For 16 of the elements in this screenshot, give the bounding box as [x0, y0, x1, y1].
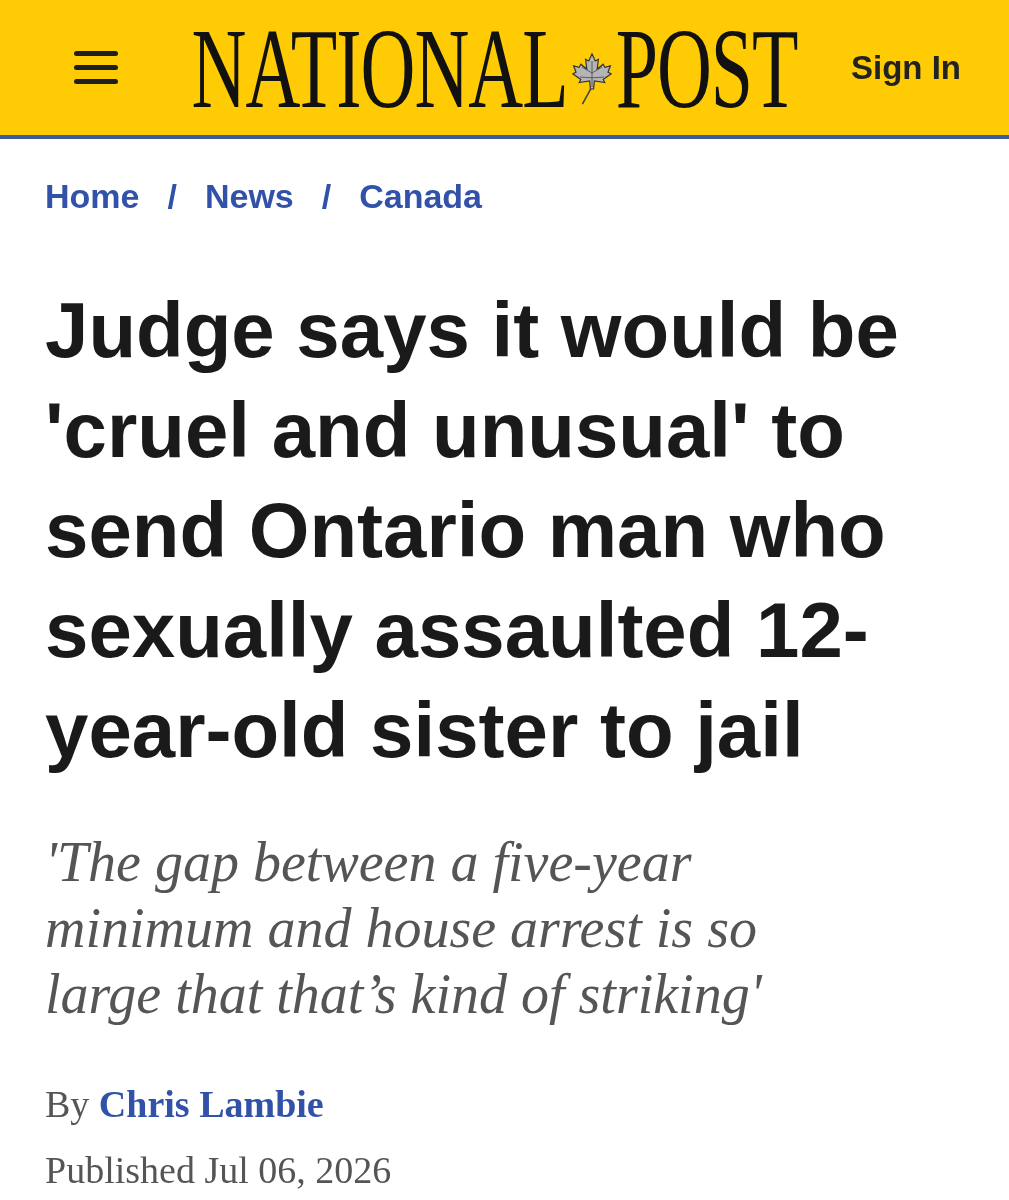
- breadcrumb-separator: /: [167, 176, 177, 216]
- article-headline: Judge says it would be 'cruel and unusual' to send Ontario man who sexually assaulted 12-year-old sister to jail: [45, 285, 900, 776]
- menu-icon: [74, 51, 118, 84]
- article-subheadline: 'The gap between a five-year minimum and house arrest is so large that that’s kind of striking': [45, 830, 764, 1027]
- breadcrumb-link[interactable]: Home: [45, 176, 140, 216]
- maple-leaf-icon: [571, 52, 612, 105]
- author-link[interactable]: Chris Lambie: [98, 1083, 324, 1125]
- sign-in-link[interactable]: Sign In: [851, 47, 961, 88]
- publish-date: Published Jul 06, 2026: [45, 1148, 393, 1193]
- logo-text[interactable]: POST: [615, 10, 798, 125]
- breadcrumb-separator: /: [321, 176, 332, 216]
- menu-button[interactable]: [74, 50, 118, 85]
- breadcrumb-link[interactable]: Canada: [359, 176, 483, 216]
- breadcrumb-link[interactable]: News: [204, 176, 294, 216]
- byline: By Chris Lambie: [45, 1082, 325, 1127]
- logo-text[interactable]: NATIONAL: [191, 10, 568, 125]
